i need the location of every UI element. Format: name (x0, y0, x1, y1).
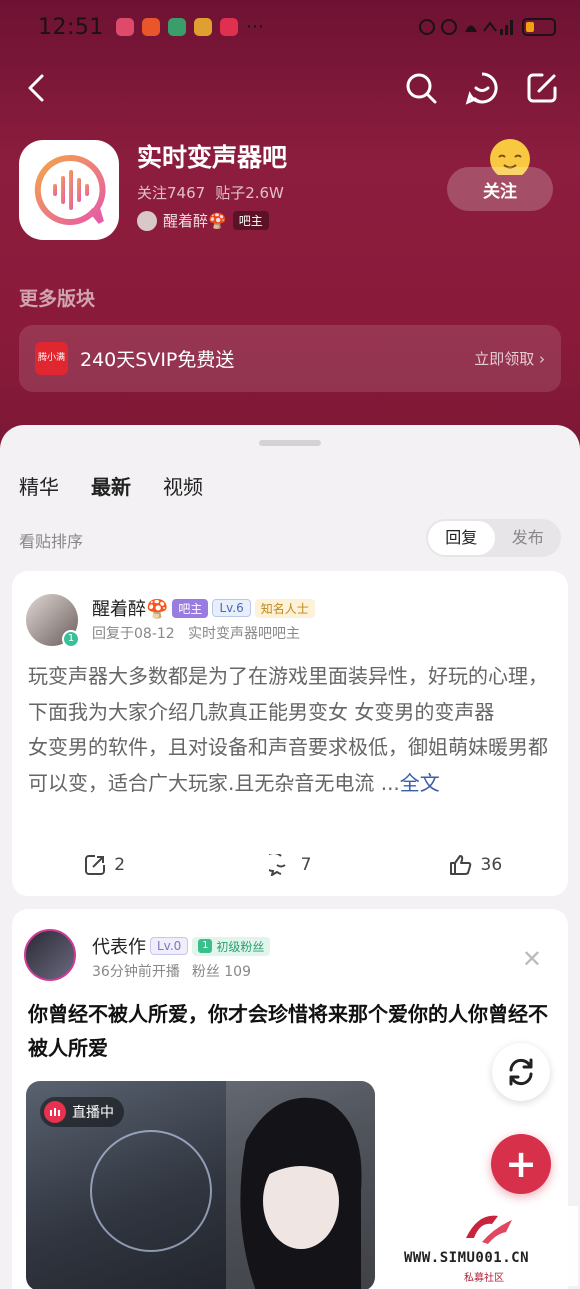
post-author[interactable]: 代表作 (92, 933, 146, 959)
tab-latest[interactable]: 最新 (91, 471, 131, 500)
svip-promo-banner[interactable]: 腾小满 240天SVIP免费送 立即领取 › (19, 325, 561, 392)
search-icon (406, 73, 437, 104)
forum-owner[interactable]: 醒着醉🍄 吧主 (137, 210, 269, 231)
comment-count: 7 (300, 855, 312, 875)
post-body[interactable]: 玩变声器大多数都是为了在游戏里面装异性，好玩的心理，下面我为大家介绍几款真正能男… (28, 659, 552, 801)
owner-name: 醒着醉🍄 (163, 212, 227, 230)
post-meta: 36分钟前开播 粉丝 109 (92, 961, 251, 981)
watermark-logo (466, 1215, 512, 1244)
title-badge: 知名人士 (254, 598, 315, 618)
sort-label: 看贴排序 (19, 532, 84, 551)
post-count: 贴子2.6W (215, 184, 284, 202)
notification-icon (141, 18, 160, 36)
comment-icon (268, 854, 286, 876)
thumbs-up-icon (449, 855, 471, 875)
promo-logo: 腾小满 (35, 342, 68, 375)
message-button[interactable] (460, 66, 504, 110)
top-nav (0, 66, 580, 110)
level-badge: 1 (62, 630, 80, 648)
live-label: 直播中 (72, 1105, 114, 1121)
post-author[interactable]: 醒着醉🍄 (92, 595, 168, 621)
forum-header: 12:51 ⋯ 实时变声器吧 关注7467 贴子2.6W 醒着醉🍄 吧主 关注 … (0, 0, 580, 470)
dismiss-button[interactable]: ✕ (522, 945, 542, 973)
owner-badge: 吧主 (232, 211, 269, 230)
system-status-icon (419, 19, 513, 35)
comment-button[interactable]: 7 (197, 850, 382, 880)
watermark-sub: 私募社区 (464, 1273, 504, 1284)
live-time: 36分钟前开播 (92, 964, 180, 980)
fan-title: 初级粉丝 (216, 939, 265, 954)
share-count: 2 (114, 855, 126, 875)
plus-icon: + (505, 1142, 537, 1186)
live-badge: 直播中 (40, 1097, 124, 1127)
notification-icon (219, 18, 238, 36)
status-bar: 12:51 ⋯ (38, 10, 556, 44)
notification-icon (115, 18, 134, 36)
share-button[interactable]: 2 (12, 850, 197, 880)
like-count: 36 (480, 855, 503, 875)
forum-stats: 关注7467 贴子2.6W (137, 182, 284, 203)
back-button[interactable] (14, 66, 58, 110)
notification-icon (167, 18, 186, 36)
compose-button[interactable] (520, 66, 564, 110)
edit-icon (527, 73, 557, 103)
owner-badge: 吧主 (172, 598, 209, 618)
post-author-row: 代表作 Lv.0 1 初级粉丝 (92, 933, 271, 959)
fan-badge: 1 初级粉丝 (192, 936, 271, 956)
status-time: 12:51 (38, 14, 104, 40)
promo-claim-link[interactable]: 立即领取 › (474, 348, 545, 369)
voice-wave-icon (34, 154, 106, 225)
follower-count: 关注7467 (137, 184, 206, 202)
avatar (137, 210, 157, 231)
post-author-row: 醒着醉🍄 吧主 Lv.6 知名人士 (92, 595, 315, 621)
sort-toggle: 回复 发布 (426, 519, 561, 557)
more-sections-title: 更多版块 (19, 288, 96, 310)
post-title[interactable]: 你曾经不被人所爱，你才会珍惜将来那个爱你的人你曾经不被人所爱 (28, 997, 552, 1065)
refresh-button[interactable] (492, 1043, 550, 1101)
sort-by-reply[interactable]: 回复 (428, 521, 495, 555)
forum-logo (19, 140, 119, 240)
fan-level: 1 (198, 939, 213, 953)
share-icon (85, 855, 106, 875)
live-stream-thumbnail[interactable]: 直播中 (26, 1081, 375, 1289)
post-body-text: 玩变声器大多数都是为了在游戏里面装异性，好玩的心理，下面我为大家介绍几款真正能男… (28, 664, 548, 795)
post-meta: 回复于08-12 实时变声器吧吧主 (92, 626, 301, 642)
like-button[interactable]: 36 (383, 850, 568, 880)
notification-icon (193, 18, 212, 36)
watermark-site: WWW.SIMU001.CN (404, 1250, 530, 1266)
new-post-button[interactable]: + (491, 1134, 551, 1194)
avatar[interactable] (24, 929, 76, 981)
watermark: WWW.SIMU001.CN 私募社区 (400, 1206, 578, 1286)
chat-bubble-icon (465, 72, 498, 105)
refresh-icon (509, 1058, 533, 1086)
follow-button[interactable]: 关注 (447, 167, 553, 211)
live-icon (44, 1101, 66, 1123)
post-card[interactable]: 1 醒着醉🍄 吧主 Lv.6 知名人士 回复于08-12 实时变声器吧吧主 玩变… (12, 571, 568, 896)
chevron-left-icon (28, 74, 44, 102)
promo-text: 240天SVIP免费送 (80, 349, 235, 371)
post-actions: 2 7 36 (12, 850, 568, 880)
status-app-icons: ⋯ (115, 16, 264, 37)
forum-title: 实时变声器吧 (137, 143, 288, 172)
level-badge: Lv.0 (150, 937, 189, 955)
feed-tabs: 精华 最新 视频 (19, 471, 203, 500)
status-indicators (418, 17, 556, 37)
fan-count: 粉丝 109 (191, 964, 251, 980)
sort-by-publish[interactable]: 发布 (495, 521, 562, 555)
level-badge: Lv.6 (212, 599, 251, 617)
avatar[interactable]: 1 (26, 594, 80, 648)
search-button[interactable] (399, 66, 443, 110)
read-more-link[interactable]: 全文 (400, 771, 440, 795)
tab-featured[interactable]: 精华 (19, 471, 59, 500)
more-dots-icon: ⋯ (245, 16, 264, 37)
tab-video[interactable]: 视频 (163, 471, 203, 500)
battery-icon (522, 18, 556, 36)
sheet-drag-handle[interactable] (259, 440, 321, 446)
